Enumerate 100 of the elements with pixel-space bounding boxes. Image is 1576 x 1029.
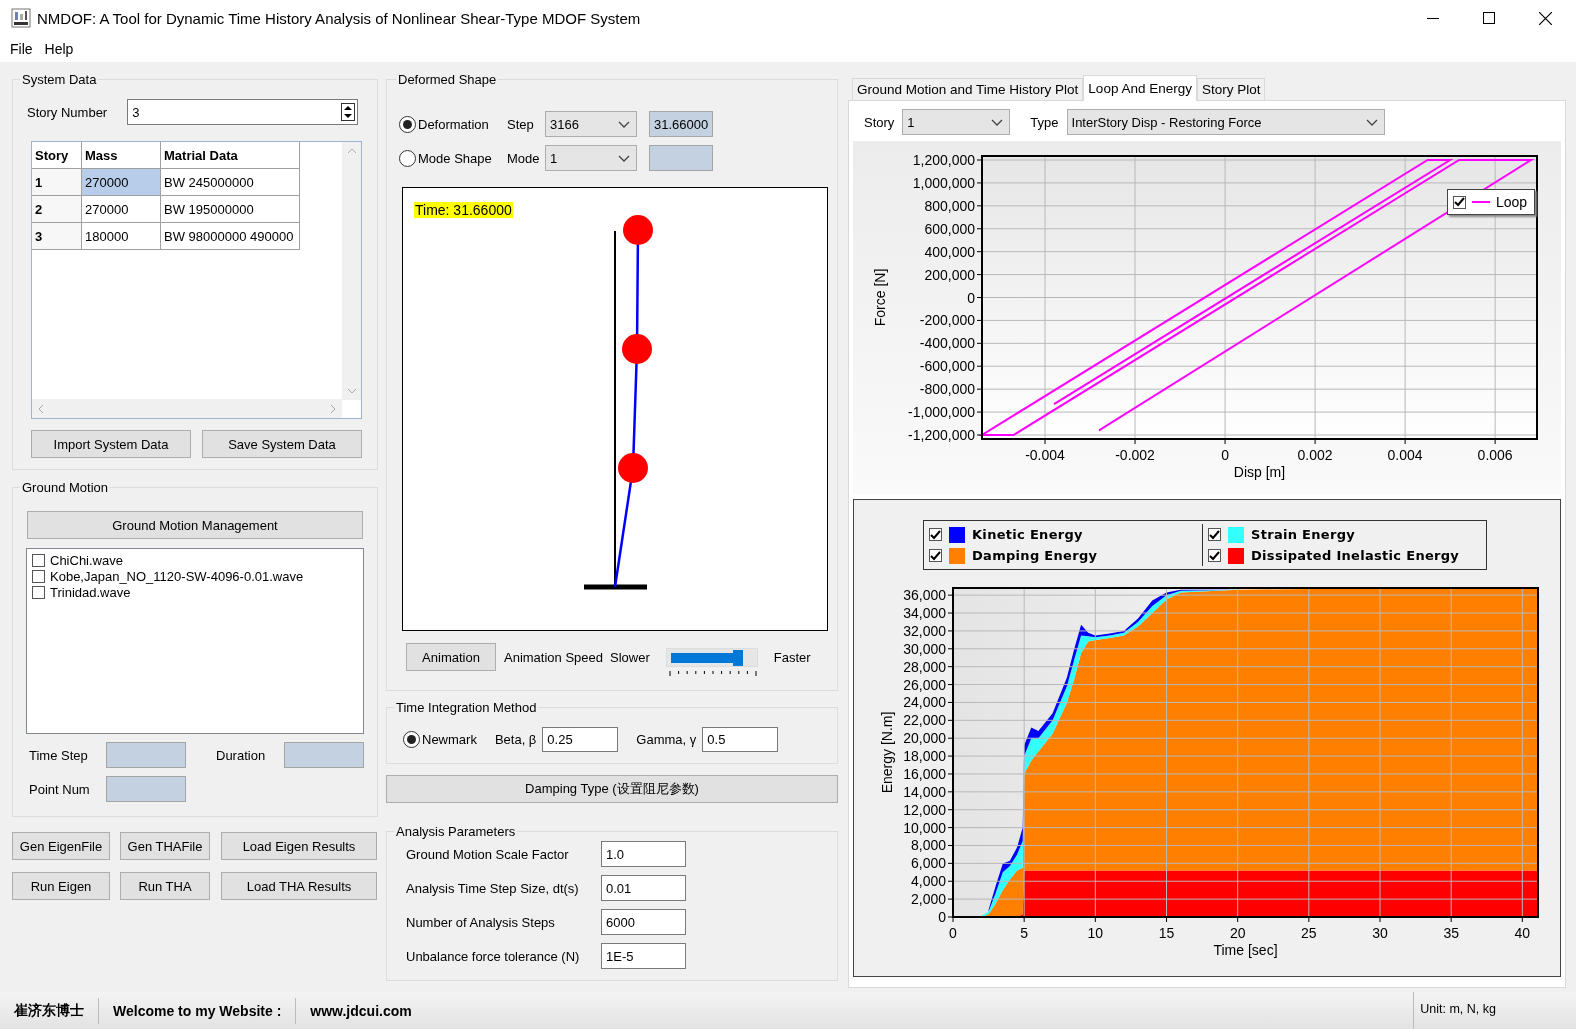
input-field[interactable]: 1.0 [601,841,686,867]
input-field[interactable]: 0.25 [542,727,619,752]
field-label: Step [507,116,535,132]
input-field[interactable]: 1E-5 [601,943,686,969]
tick-label: -200,000 [919,312,975,329]
checkbox[interactable] [1453,195,1466,209]
tick-label: 28,000 [903,658,946,675]
chevron-down-icon [991,118,1004,126]
tick-label: 0 [967,289,975,306]
checkbox[interactable] [1208,549,1221,562]
checkbox[interactable] [929,528,942,541]
button[interactable]: Save System Data [202,430,362,458]
tick-label: 5 [1020,925,1029,941]
chevron-down-icon [618,120,630,128]
dropdown[interactable]: 1 [545,145,637,171]
radio-button[interactable] [399,115,416,133]
dropdown[interactable]: 3166 [545,111,637,137]
checkbox[interactable] [32,569,45,583]
field-label: Point Num [29,781,91,797]
button[interactable]: Load THA Results [221,872,377,900]
tab[interactable]: Ground Motion and Time History Plot [852,78,1084,100]
tick-label: 20,000 [903,730,946,747]
legend-label: Kinetic Energy [972,527,1083,542]
row-header[interactable]: 3 [32,223,82,250]
field-label: Story [864,114,895,130]
tick-label: 40 [1514,925,1531,941]
tick-label: 20 [1229,925,1246,941]
table-cell[interactable]: 180000 [82,223,161,250]
tick-label: 8,000 [910,837,946,854]
menu-item[interactable]: Help [38,39,80,59]
tab[interactable]: Loop And Energy [1083,75,1197,101]
row-header[interactable]: 2 [32,196,82,223]
field-label: Duration [216,747,267,763]
readout-field [649,145,713,171]
list-item[interactable]: Kobe,Japan_NO_1120-SW-4096-0.01.wave [50,568,304,584]
readout-field: 31.66000 [649,111,713,137]
checkbox[interactable] [1208,528,1221,541]
radio-button[interactable] [403,731,420,748]
field-label: Story Number [27,104,108,120]
table-cell[interactable]: 270000 [82,196,161,223]
dropdown[interactable]: 1 [902,109,1011,135]
column-header: Story [32,142,82,169]
tick-label: 800,000 [924,197,975,214]
status-text: Welcome to my Website : [112,1002,283,1019]
slider-thumb[interactable] [732,649,743,666]
button[interactable]: Animation [406,643,496,671]
input-field[interactable]: 0.01 [601,875,686,901]
button[interactable]: Gen EigenFile [12,832,110,860]
button[interactable]: Run THA [120,872,210,900]
radio-label[interactable]: Deformation [418,116,489,132]
button[interactable]: Ground Motion Management [27,511,363,539]
radio-label[interactable]: Newmark [422,732,477,747]
list-item[interactable]: Trinidad.wave [50,584,131,600]
tab[interactable]: Story Plot [1196,78,1266,100]
input-field[interactable]: 0.5 [702,727,779,752]
button[interactable]: Run Eigen [12,872,110,900]
tick-label: -1,000,000 [908,404,975,421]
radio-button[interactable] [399,149,416,167]
tick-label: -400,000 [919,335,975,352]
tick-label: 2,000 [910,891,946,908]
dropdown[interactable]: InterStory Disp - Restoring Force [1066,109,1385,135]
spin-arrows-icon[interactable] [341,103,356,121]
number-field[interactable]: 3 [127,99,359,125]
checkbox[interactable] [929,549,942,562]
tick-label: 4,000 [910,873,946,890]
tick-label: 10 [1087,925,1104,941]
checkbox[interactable] [32,553,45,567]
legend-label: Loop [1496,194,1528,210]
row-header[interactable]: 1 [32,169,82,196]
axis-title: Energy [N.m] [879,711,895,794]
checkbox[interactable] [32,585,45,599]
list-item[interactable]: ChiChi.wave [50,552,123,568]
table-cell[interactable]: BW 195000000 [161,196,300,223]
legend-label: Strain Energy [1251,527,1356,542]
group-title: Time Integration Method [396,700,537,715]
tick-label: -1,200,000 [908,427,975,443]
tick-label: 16,000 [903,765,946,782]
button[interactable]: Gen THAFile [120,832,210,860]
tick-label: 0.002 [1297,447,1333,463]
radio-label[interactable]: Mode Shape [418,150,492,166]
maximize-icon[interactable] [1483,12,1495,24]
group-title: Analysis Parameters [396,824,516,839]
tick-label: -800,000 [919,381,975,398]
field-label: Number of Analysis Steps [406,914,556,930]
tick-label: 0 [1221,447,1229,463]
table-cell[interactable]: 270000 [82,169,161,196]
tick-label: 0 [938,909,946,925]
table-cell[interactable]: BW 245000000 [161,169,300,196]
button[interactable]: Damping Type (设置阻尼参数) [386,775,838,803]
menu-item[interactable]: File [4,39,39,59]
group-title: Deformed Shape [398,72,497,87]
app-icon [11,8,31,28]
close-icon[interactable] [1539,11,1552,25]
button[interactable]: Load Eigen Results [221,832,377,860]
axis-title: Disp [m] [1233,464,1286,480]
table-cell[interactable]: BW 98000000 490000 [161,223,300,250]
tick-label: 1,000,000 [912,174,975,191]
field-label: Unbalance force tolerance (N) [406,948,581,964]
input-field[interactable]: 6000 [601,909,686,935]
button[interactable]: Import System Data [31,430,191,458]
